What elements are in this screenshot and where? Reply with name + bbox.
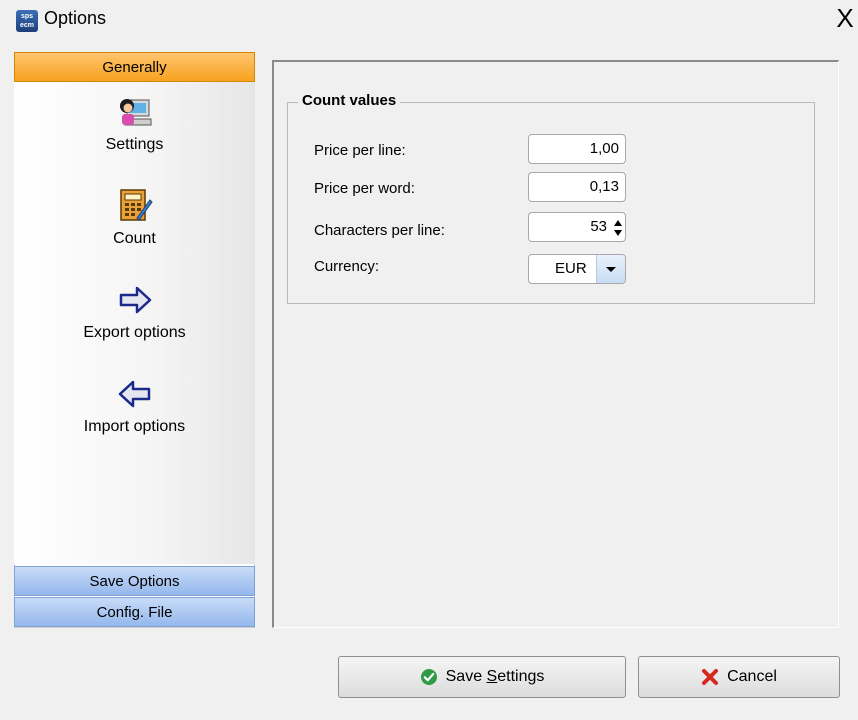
app-icon: sps ecm bbox=[16, 10, 38, 32]
arrow-right-icon bbox=[117, 282, 153, 318]
currency-select[interactable]: EUR bbox=[528, 254, 626, 284]
title-bar bbox=[0, 0, 858, 36]
sidebar-item-count[interactable]: Count bbox=[14, 188, 255, 248]
currency-value: EUR bbox=[555, 260, 587, 277]
calculator-icon bbox=[117, 188, 153, 224]
close-button[interactable]: X bbox=[832, 4, 858, 32]
sidebar-item-import-options[interactable]: Import options bbox=[14, 376, 255, 436]
sidebar-item-label: Export options bbox=[83, 324, 186, 341]
characters-per-line-value: 53 bbox=[590, 218, 607, 235]
sidebar-item-label: Import options bbox=[83, 418, 186, 435]
group-title: Count values bbox=[298, 92, 401, 109]
characters-per-line-stepper[interactable]: 53 bbox=[528, 212, 626, 242]
sidebar-item-label: Count bbox=[113, 230, 156, 247]
currency-label: Currency: bbox=[314, 258, 380, 275]
stepper-arrows-icon[interactable] bbox=[613, 217, 623, 239]
sidebar-item-export-options[interactable]: Export options bbox=[14, 282, 255, 342]
person-computer-icon bbox=[117, 94, 153, 130]
price-per-word-label: Price per word: bbox=[314, 180, 415, 197]
arrow-left-icon bbox=[117, 376, 153, 412]
sidebar-header-save-options[interactable]: Save Options bbox=[14, 566, 255, 596]
price-per-line-label: Price per line: bbox=[314, 142, 406, 159]
price-per-line-input[interactable]: 1,00 bbox=[528, 134, 626, 164]
sidebar-item-label: Settings bbox=[105, 136, 164, 153]
chevron-down-icon[interactable] bbox=[596, 255, 625, 283]
cancel-button[interactable]: Cancel bbox=[638, 656, 840, 698]
save-settings-button[interactable]: Save Settings bbox=[338, 656, 626, 698]
sidebar-header-config-file[interactable]: Config. File bbox=[14, 597, 255, 627]
window-title: Options bbox=[44, 8, 107, 28]
price-per-word-input[interactable]: 0,13 bbox=[528, 172, 626, 202]
save-settings-label: Save Settings bbox=[445, 668, 545, 685]
characters-per-line-label: Characters per line: bbox=[314, 222, 445, 239]
check-circle-icon bbox=[420, 668, 438, 686]
sidebar-header-generally[interactable]: Generally bbox=[14, 52, 255, 82]
sidebar-item-settings[interactable]: Settings bbox=[14, 94, 255, 154]
cancel-label: Cancel bbox=[727, 668, 777, 685]
red-x-icon bbox=[701, 668, 719, 686]
